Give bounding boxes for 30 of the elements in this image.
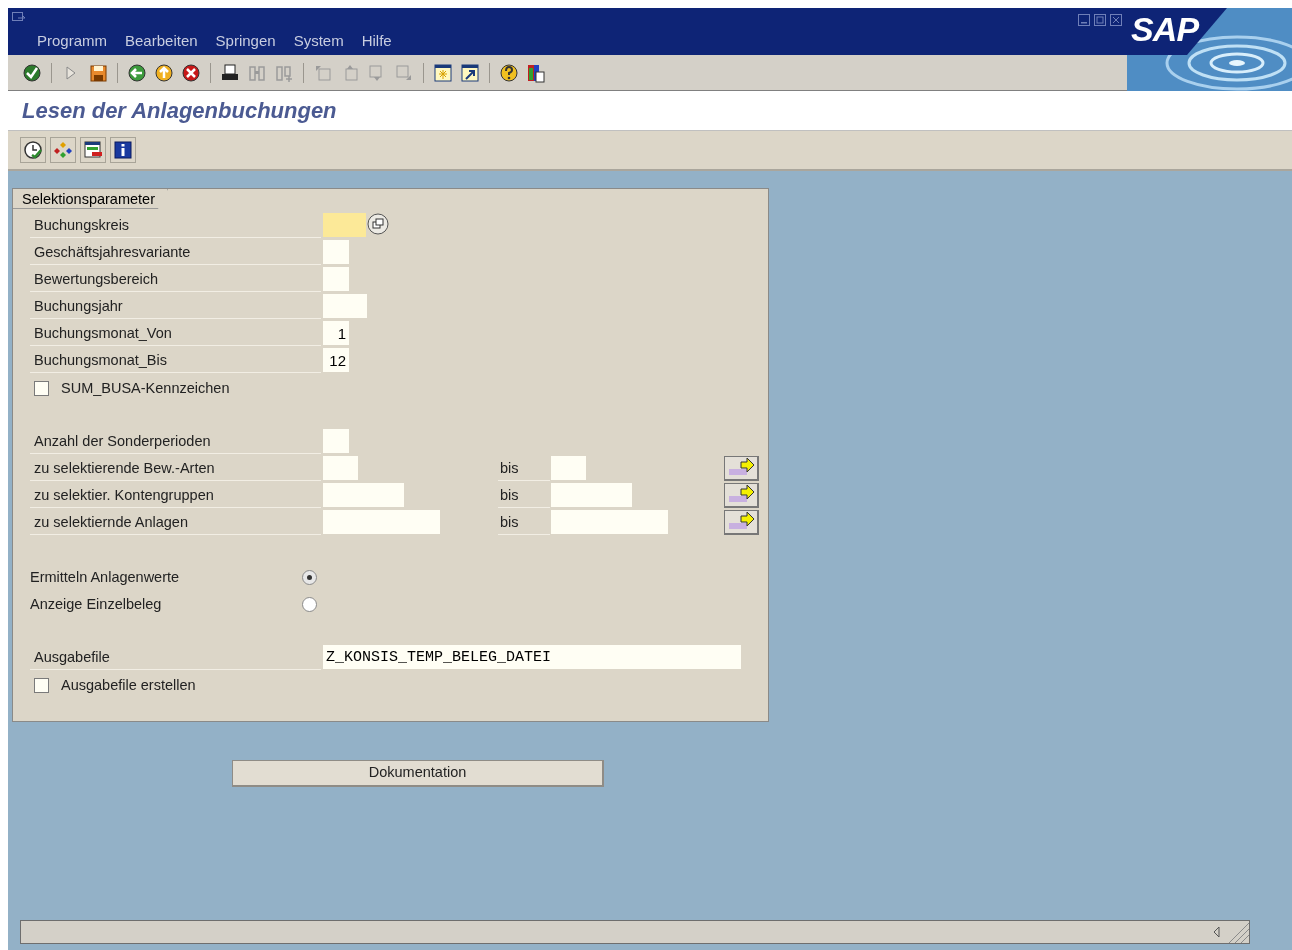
radio-label: Ermitteln Anlagenwerte <box>30 567 181 587</box>
range-to-label: bis <box>498 510 550 535</box>
input-field[interactable]: 1 <box>323 321 349 345</box>
field-label: Buchungsmonat_Von <box>30 321 321 346</box>
field-label: Anzahl der Sonderperioden <box>30 429 321 454</box>
field-label: zu selektiernde Anlagen <box>30 510 321 535</box>
field-label: Buchungsjahr <box>30 294 321 319</box>
range-to-label: bis <box>498 456 550 481</box>
field-label: Buchungsmonat_Bis <box>30 348 321 373</box>
field-label: Ausgabefile <box>30 645 321 670</box>
checkbox-label: Ausgabefile erstellen <box>61 675 196 695</box>
sap-logo: SAP <box>1131 12 1199 46</box>
field-label: zu selektierende Bew.-Arten <box>30 456 321 481</box>
menu-item[interactable]: Hilfe <box>361 30 392 53</box>
input-field[interactable]: 12 <box>323 348 349 372</box>
input-field[interactable]: Z_KONSIS_TEMP_BELEG_DATEI <box>323 645 741 669</box>
field-label: zu selektier. Kontengruppen <box>30 483 321 508</box>
group-title: Selektionsparameter <box>13 189 168 209</box>
menu-item[interactable]: System <box>293 30 344 53</box>
radio-label: Anzeige Einzelbeleg <box>30 594 163 614</box>
field-label: Buchungskreis <box>30 213 321 238</box>
checkbox-label: SUM_BUSA-Kennzeichen <box>61 378 230 398</box>
field-label: Geschäftsjahresvariante <box>30 240 321 265</box>
menu-item[interactable]: Bearbeiten <box>125 30 198 53</box>
menu-item[interactable]: Programm <box>37 30 107 53</box>
menu-item[interactable]: Springen <box>215 30 276 53</box>
range-to-label: bis <box>498 483 550 508</box>
field-label: Bewertungsbereich <box>30 267 321 292</box>
screen-title: Lesen der Anlagenbuchungen <box>22 97 337 125</box>
documentation-button[interactable]: Dokumentation <box>232 760 604 787</box>
